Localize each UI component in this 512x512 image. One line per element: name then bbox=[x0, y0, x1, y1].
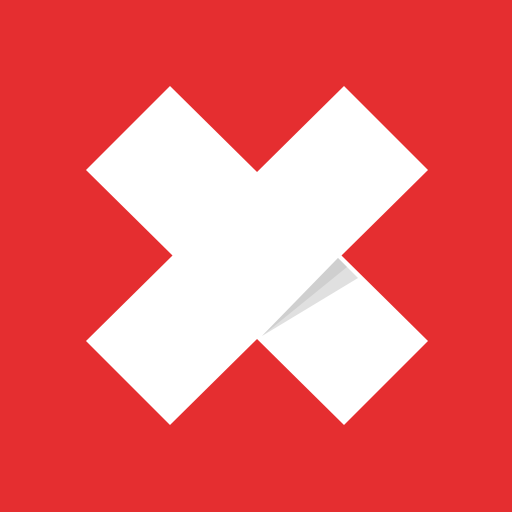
close-app-icon bbox=[0, 0, 512, 512]
close-icon bbox=[0, 0, 512, 512]
